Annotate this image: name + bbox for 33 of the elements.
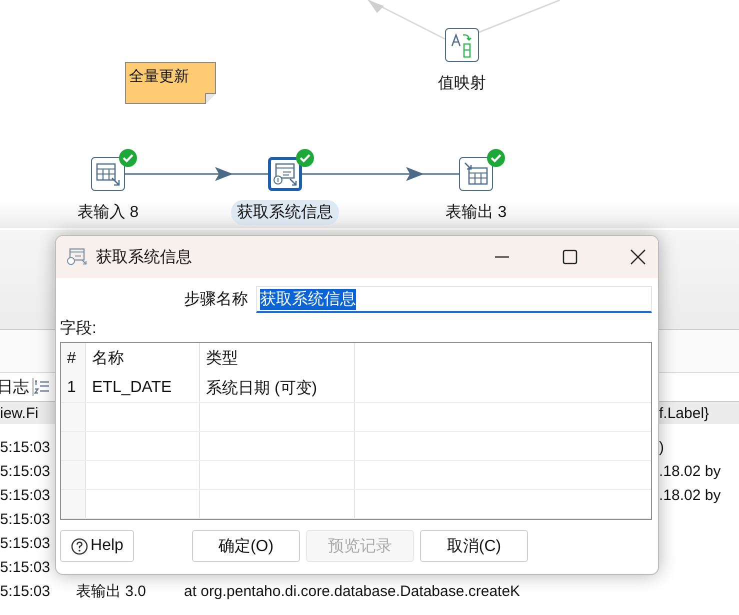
table-cell[interactable]: ETL_DATE: [86, 374, 200, 402]
log-message: .18.02 by: [659, 486, 722, 504]
column-header[interactable]: 名称: [86, 343, 200, 374]
window-title: 获取系统信息: [96, 248, 192, 268]
log-time: 5:15:03: [0, 486, 52, 504]
step-label: 表输出 3: [444, 202, 508, 223]
step-label: 表输入 8: [76, 202, 140, 223]
log-message: .18.02 by: [659, 462, 722, 480]
help-button[interactable]: Help: [60, 530, 134, 562]
step-name-field[interactable]: 获取系统信息: [256, 286, 652, 313]
log-time: 5:15:03: [0, 582, 52, 600]
ok-button[interactable]: 确定(O): [192, 530, 300, 562]
table-cell[interactable]: 系统日期 (可变): [200, 374, 355, 402]
column-header: iew.Fi: [0, 404, 38, 422]
fields-label: 字段:: [60, 318, 98, 339]
row-number: 1: [61, 374, 86, 402]
log-time: 5:15:03: [0, 462, 52, 480]
log-time: 5:15:03: [0, 534, 52, 552]
step-label: 值映射: [437, 74, 487, 94]
column-header[interactable]: #: [61, 343, 86, 374]
cancel-button[interactable]: 取消(C): [420, 530, 528, 562]
log-message: ): [659, 438, 665, 456]
column-header[interactable]: 类型: [200, 343, 355, 374]
log-time: 5:15:03: [0, 510, 52, 528]
step-label: 获取系统信息: [231, 200, 339, 225]
log-message: at org.pentaho.di.core.database.Database.createK: [184, 582, 520, 600]
log-time: 5:15:03: [0, 438, 52, 456]
note-text: 全量更新: [129, 68, 189, 85]
log-time: 5:15:03: [0, 558, 52, 576]
column-header: f.Label}: [659, 404, 710, 422]
log-step: 表输出 3.0: [76, 582, 184, 600]
step-name-label: 步骤名称: [184, 290, 248, 310]
sticky-note[interactable]: 全量更新: [125, 62, 216, 104]
